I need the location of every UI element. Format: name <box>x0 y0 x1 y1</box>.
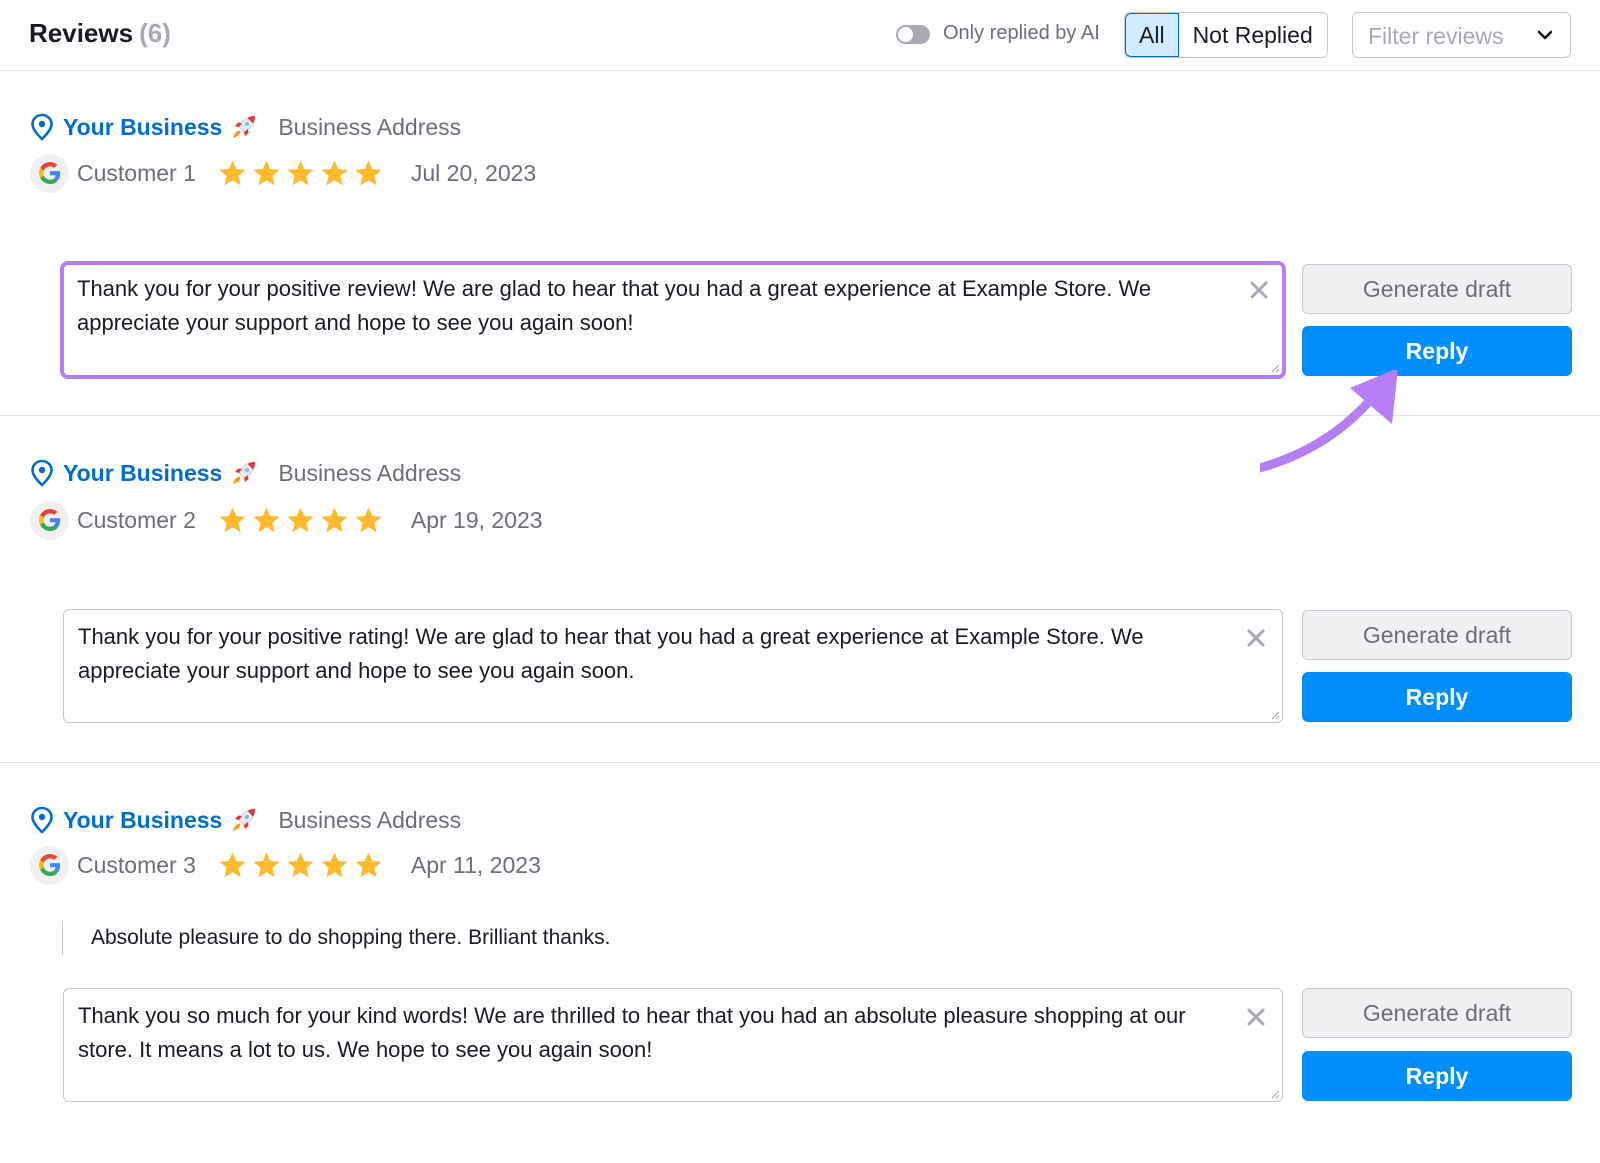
reply-button[interactable]: Reply <box>1302 326 1572 376</box>
business-name-link[interactable]: Your Business <box>63 114 222 141</box>
reply-textarea[interactable]: Thank you for your positive review! We a… <box>60 261 1286 379</box>
star-icon <box>321 852 348 878</box>
google-icon <box>30 153 69 193</box>
business-address: Business Address <box>278 459 462 486</box>
generate-draft-button[interactable]: Generate draft <box>1302 264 1572 314</box>
star-rating <box>218 159 383 187</box>
customer-row: Customer 2 Apr 19, 2023 <box>30 500 543 540</box>
close-icon[interactable] <box>1249 280 1269 300</box>
review-text: Absolute pleasure to do shopping there. … <box>62 921 611 955</box>
reviews-header: Reviews (6) Only replied by AI All Not Re… <box>0 0 1600 71</box>
chevron-down-icon <box>1537 30 1553 40</box>
review-date: Jul 20, 2023 <box>410 159 537 186</box>
business-name-link[interactable]: Your Business <box>63 460 222 487</box>
business-name-link[interactable]: Your Business <box>63 807 222 834</box>
star-icon <box>219 507 246 533</box>
reply-textarea[interactable]: Thank you so much for your kind words! W… <box>63 988 1283 1102</box>
reply-text[interactable]: Thank you for your positive rating! We a… <box>78 620 1198 688</box>
customer-row: Customer 1 Jul 20, 2023 <box>30 153 536 193</box>
business-row: Your Business Business Address <box>30 457 461 489</box>
customer-name: Customer 1 <box>77 159 196 186</box>
location-pin-icon <box>31 806 53 834</box>
resize-handle-icon[interactable] <box>1270 363 1280 373</box>
star-icon <box>355 852 382 878</box>
generate-draft-button[interactable]: Generate draft <box>1302 610 1572 660</box>
star-icon <box>253 852 280 878</box>
location-pin-icon <box>31 113 53 141</box>
star-icon <box>219 852 246 878</box>
review-item: Your Business Business Address Customer … <box>0 71 1600 416</box>
customer-name: Customer 2 <box>77 506 196 533</box>
reply-text[interactable]: Thank you for your positive review! We a… <box>77 272 1197 340</box>
segment-not-replied[interactable]: Not Replied <box>1178 13 1327 57</box>
business-address: Business Address <box>278 113 462 140</box>
toggle-knob <box>898 27 913 42</box>
review-date: Apr 11, 2023 <box>410 851 541 878</box>
title-text: Reviews <box>29 18 134 48</box>
star-icon <box>253 507 280 533</box>
reply-button[interactable]: Reply <box>1302 672 1572 722</box>
location-pin-icon <box>31 459 53 487</box>
rocket-icon <box>233 115 256 138</box>
star-icon <box>287 507 314 533</box>
page-title: Reviews (6) <box>29 18 171 49</box>
business-row: Your Business Business Address <box>30 804 461 836</box>
google-icon <box>30 845 69 885</box>
review-item: Your Business Business Address Customer … <box>0 763 1600 1163</box>
google-icon <box>30 500 69 540</box>
segment-all[interactable]: All <box>1125 13 1179 57</box>
review-item: Your Business Business Address Customer … <box>0 417 1600 763</box>
star-icon <box>253 160 280 186</box>
customer-name: Customer 3 <box>77 851 196 878</box>
star-rating <box>218 506 383 534</box>
star-rating <box>218 851 383 879</box>
star-icon <box>219 160 246 186</box>
reply-button[interactable]: Reply <box>1302 1051 1572 1101</box>
reply-filter-segmented: All Not Replied <box>1124 12 1328 58</box>
reply-textarea[interactable]: Thank you for your positive rating! We a… <box>63 609 1283 723</box>
reply-text[interactable]: Thank you so much for your kind words! W… <box>78 999 1198 1067</box>
close-icon[interactable] <box>1246 628 1266 648</box>
star-icon <box>321 507 348 533</box>
star-icon <box>355 160 382 186</box>
review-count: (6) <box>139 18 171 48</box>
customer-row: Customer 3 Apr 11, 2023 <box>30 845 541 885</box>
rocket-icon <box>233 808 256 831</box>
star-icon <box>287 160 314 186</box>
close-icon[interactable] <box>1246 1007 1266 1027</box>
business-row: Your Business Business Address <box>30 111 461 143</box>
review-date: Apr 19, 2023 <box>410 506 543 533</box>
resize-handle-icon[interactable] <box>1270 1089 1280 1099</box>
filter-reviews-dropdown[interactable]: Filter reviews <box>1352 12 1571 58</box>
only-ai-toggle-label: Only replied by AI <box>943 22 1100 44</box>
star-icon <box>355 507 382 533</box>
filter-placeholder: Filter reviews <box>1368 23 1504 49</box>
star-icon <box>321 160 348 186</box>
rocket-icon <box>233 461 256 484</box>
resize-handle-icon[interactable] <box>1270 710 1280 720</box>
star-icon <box>287 852 314 878</box>
only-ai-toggle[interactable] <box>896 25 930 44</box>
business-address: Business Address <box>278 806 462 833</box>
generate-draft-button[interactable]: Generate draft <box>1302 988 1572 1038</box>
